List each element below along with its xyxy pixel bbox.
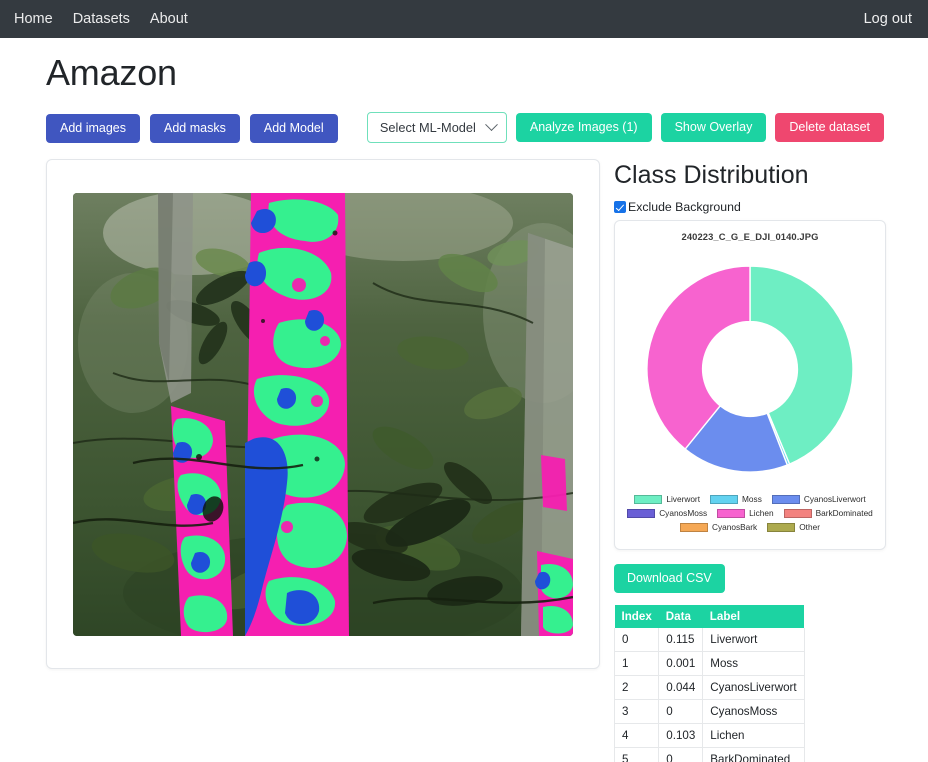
legend-swatch-icon	[710, 494, 739, 504]
donut-chart-card: 240223_C_G_E_DJI_0140.JPG Liverwort Moss C…	[614, 220, 886, 550]
legend-item-cyanosliverwort[interactable]: CyanosLiverwort	[771, 494, 866, 504]
table-cell-index: 0	[613, 628, 660, 652]
table-header-index: Index	[614, 605, 659, 628]
table-body: 0 0.115 Liverwort 1 0.001 Moss 2 0.044 CyanosLiv…	[613, 628, 805, 762]
table-row: 2 0.044 CyanosLiverwort	[613, 675, 805, 700]
legend-swatch-icon	[717, 508, 746, 518]
ml-model-select[interactable]: Select ML-Model	[366, 112, 507, 143]
download-csv-button[interactable]: Download CSV	[614, 564, 725, 593]
legend-swatch-icon	[627, 508, 656, 518]
legend-label: Lichen	[749, 508, 774, 518]
class-distribution-heading: Class Distribution	[614, 161, 809, 189]
table-cell-data: 0	[658, 699, 704, 724]
analyze-images-button[interactable]: Analyze Images (1)	[515, 113, 652, 142]
table-cell-index: 5	[613, 747, 660, 762]
table-cell-label: Lichen	[702, 723, 805, 748]
legend-item-moss[interactable]: Moss	[710, 494, 762, 504]
table-cell-data: 0.044	[658, 675, 704, 700]
nav-link-about[interactable]: About	[150, 12, 188, 27]
page-title: Amazon	[46, 52, 177, 93]
legend-swatch-icon	[680, 522, 709, 532]
legend-item-lichen[interactable]: Lichen	[717, 508, 774, 518]
donut-chart[interactable]	[621, 248, 879, 490]
legend-item-cyanosbark[interactable]: CyanosBark	[680, 522, 757, 532]
table-header-row: Index Data Label	[614, 605, 805, 628]
main-content: Class Distribution Exclude Background 24…	[0, 159, 928, 762]
legend-swatch-icon	[634, 494, 663, 504]
table-header-data: Data	[658, 605, 703, 628]
table-cell-label: BarkDominated	[702, 747, 805, 762]
legend-item-barkdominated[interactable]: BarkDominated	[783, 508, 873, 518]
table-cell-data: 0	[658, 747, 704, 762]
table-cell-index: 4	[613, 723, 660, 748]
toolbar-right-group: Select ML-Model Analyze Images (1) Show …	[366, 112, 884, 143]
delete-dataset-button[interactable]: Delete dataset	[775, 113, 884, 142]
table-row: 4 0.103 Lichen	[613, 723, 805, 748]
legend-item-other[interactable]: Other	[767, 522, 820, 532]
page-body: Amazon Add images Add masks Add Model Se…	[0, 52, 928, 762]
table-cell-index: 1	[613, 651, 660, 676]
table-cell-data: 0.001	[658, 651, 704, 676]
legend-label: CyanosBark	[712, 522, 758, 532]
donut-chart-svg	[646, 265, 854, 473]
exclude-background-label: Exclude Background	[628, 200, 741, 214]
image-viewer-card	[46, 159, 600, 669]
segmentation-overlay-image	[73, 192, 573, 636]
class-distribution-panel: Class Distribution Exclude Background 24…	[613, 159, 888, 762]
legend-swatch-icon	[767, 522, 796, 532]
table-cell-label: Liverwort	[702, 628, 805, 652]
nav-link-datasets[interactable]: Datasets	[73, 12, 130, 27]
ml-model-select-value: Select ML-Model	[379, 120, 476, 135]
logout-link[interactable]: Log out	[864, 11, 912, 27]
nav-link-home[interactable]: Home	[14, 12, 53, 27]
legend-label: CyanosLiverwort	[803, 494, 866, 504]
exclude-background-checkbox[interactable]	[614, 201, 626, 213]
add-images-button[interactable]: Add images	[46, 113, 141, 143]
top-navbar: Home Datasets About Log out	[0, 0, 928, 38]
class-distribution-table: Index Data Label 0 0.115 Liverwort 1 0.001 Mo…	[613, 605, 805, 762]
legend-label: BarkDominated	[815, 508, 873, 518]
chart-legend: Liverwort Moss CyanosLiverwort CyanosMoss Li…	[621, 494, 879, 532]
chart-title: 240223_C_G_E_DJI_0140.JPG	[681, 231, 819, 242]
legend-swatch-icon	[771, 494, 800, 504]
table-cell-label: CyanosLiverwort	[702, 675, 805, 700]
table-cell-label: Moss	[702, 651, 805, 676]
legend-swatch-icon	[783, 508, 812, 518]
legend-label: CyanosMoss	[659, 508, 708, 518]
table-row: 1 0.001 Moss	[613, 651, 805, 676]
legend-label: Other	[799, 522, 820, 532]
dataset-image[interactable]	[73, 192, 573, 636]
navbar-right: Log out	[864, 10, 912, 28]
legend-item-liverwort[interactable]: Liverwort	[634, 494, 700, 504]
add-model-button[interactable]: Add Model	[249, 113, 338, 143]
toolbar-left-group: Add images Add masks Add Model	[46, 113, 338, 143]
chevron-down-icon	[485, 118, 498, 132]
navbar-links: Home Datasets About	[14, 12, 188, 27]
table-cell-data: 0.103	[658, 723, 704, 748]
table-cell-data: 0.115	[658, 628, 704, 652]
table-header-label: Label	[702, 605, 805, 628]
table-cell-index: 2	[613, 675, 660, 700]
legend-label: Liverwort	[666, 494, 701, 504]
dataset-toolbar: Add images Add masks Add Model Select ML…	[0, 112, 928, 144]
legend-label: Moss	[742, 494, 762, 504]
table-row: 3 0 CyanosMoss	[613, 699, 805, 724]
add-masks-button[interactable]: Add masks	[150, 113, 240, 143]
table-row: 0 0.115 Liverwort	[613, 628, 805, 652]
legend-item-cyanosmoss[interactable]: CyanosMoss	[627, 508, 707, 518]
table-cell-index: 3	[613, 699, 660, 724]
table-row: 5 0 BarkDominated	[613, 747, 805, 762]
table-cell-label: CyanosMoss	[702, 699, 805, 724]
exclude-background-row[interactable]: Exclude Background	[614, 200, 888, 214]
show-overlay-button[interactable]: Show Overlay	[660, 113, 767, 142]
